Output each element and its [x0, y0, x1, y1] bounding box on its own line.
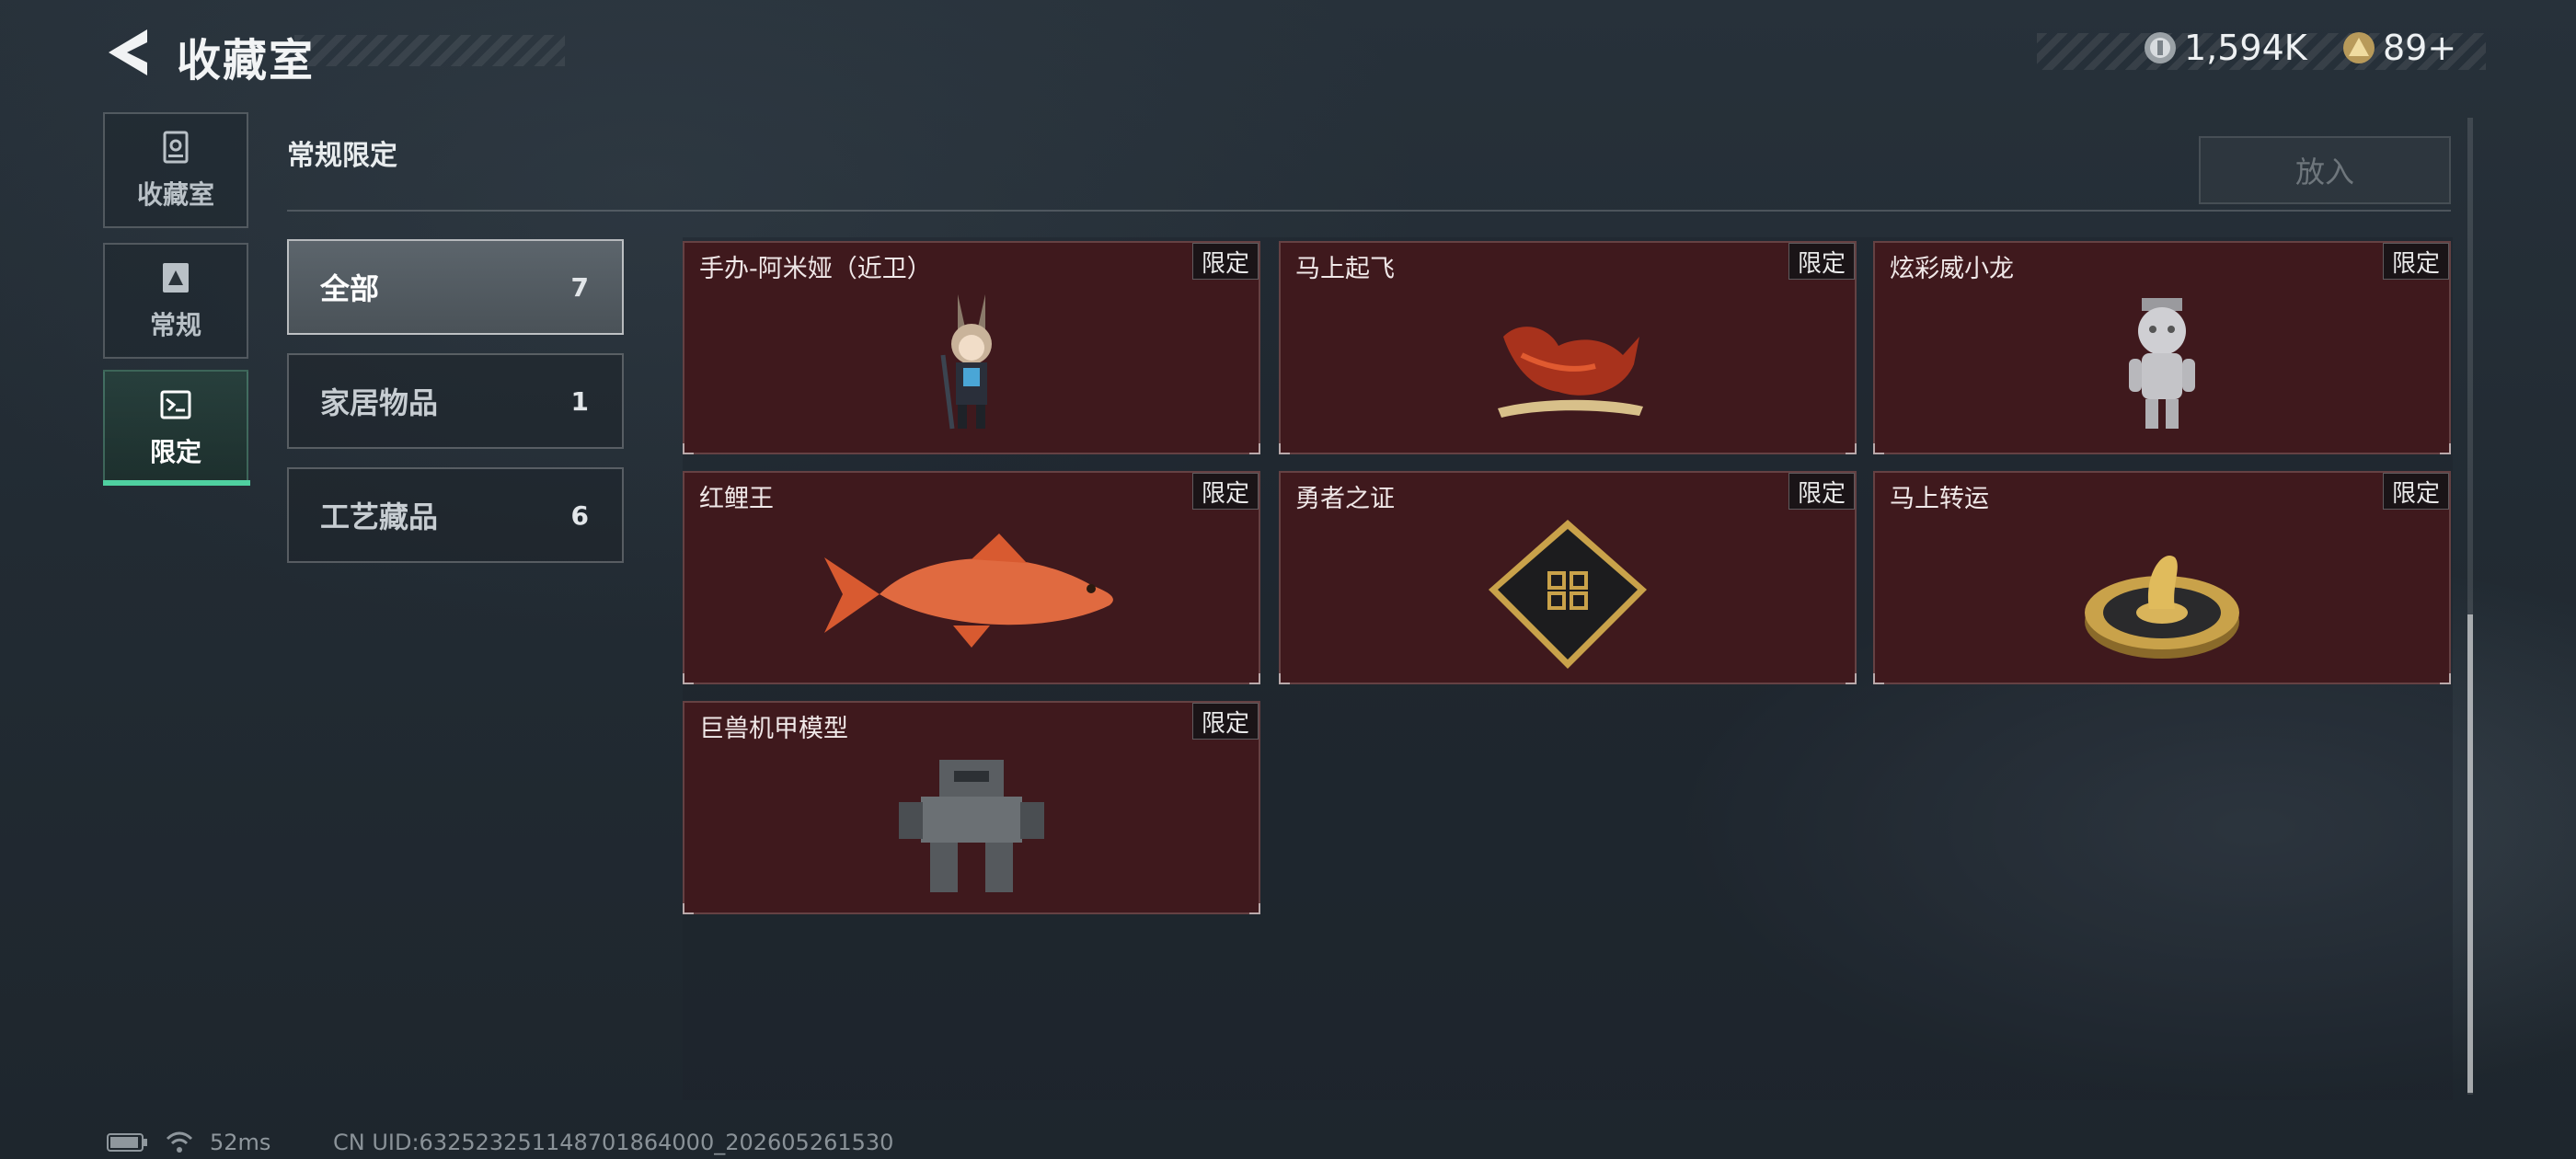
- item-card[interactable]: 手办-阿米娅（近卫） 限定: [683, 241, 1260, 454]
- card-corner-decoration: [2440, 443, 2451, 454]
- uid-text: CN UID:632523251148701864000_20260526153…: [333, 1130, 894, 1155]
- status-bar: 52ms: [107, 1130, 270, 1155]
- wifi-icon: [166, 1131, 193, 1153]
- item-name: 红鲤王: [699, 485, 774, 513]
- item-card[interactable]: 红鲤王 限定: [683, 471, 1260, 684]
- section-divider: [287, 210, 2451, 212]
- collection-room-icon: [163, 131, 189, 164]
- category-all[interactable]: 全部 7: [287, 239, 624, 335]
- category-crafts[interactable]: 工艺藏品 6: [287, 467, 624, 563]
- item-name: 炫彩威小龙: [1890, 255, 2014, 283]
- limited-badge: 限定: [2383, 243, 2449, 280]
- sidebar-item-label: 常规: [149, 310, 201, 340]
- title-decoration: [294, 35, 565, 66]
- card-corner-decoration: [683, 673, 694, 684]
- item-card[interactable]: 勇者之证 限定: [1279, 471, 1857, 684]
- fortune-wheel-icon: [2085, 556, 2239, 660]
- card-corner-decoration: [683, 443, 694, 454]
- hero-card-icon: [1489, 520, 1647, 670]
- scrollbar-thumb[interactable]: [2467, 614, 2473, 1093]
- card-corner-decoration: [1279, 673, 1290, 684]
- sidebar-item-label: 限定: [149, 437, 201, 467]
- figure-amiya-icon: [940, 294, 992, 430]
- back-button[interactable]: [103, 26, 153, 79]
- silver-dragon-figure-icon: [2129, 298, 2195, 430]
- ping-value: 52ms: [210, 1130, 271, 1155]
- section-title: 常规限定: [287, 140, 397, 172]
- battery-icon: [107, 1133, 147, 1152]
- item-name: 马上起飞: [1295, 255, 1395, 283]
- silver-coin-icon: [2145, 32, 2176, 63]
- category-count: 1: [570, 385, 589, 417]
- card-corner-decoration: [683, 903, 694, 914]
- card-corner-decoration: [1249, 443, 1260, 454]
- card-corner-decoration: [2440, 673, 2451, 684]
- item-card[interactable]: 马上起飞 限定: [1279, 241, 1857, 454]
- item-name: 巨兽机甲模型: [699, 715, 848, 743]
- category-count: 7: [570, 271, 589, 303]
- sidebar-item-collection-room[interactable]: 收藏室: [103, 112, 248, 228]
- item-name: 手办-阿米娅（近卫）: [699, 255, 932, 283]
- limited-badge: 限定: [1788, 473, 1855, 510]
- card-corner-decoration: [1873, 673, 1884, 684]
- category-home-items[interactable]: 家居物品 1: [287, 353, 624, 449]
- sidebar-item-regular[interactable]: 常规: [103, 243, 248, 359]
- item-name: 勇者之证: [1295, 485, 1395, 513]
- category-label: 家居物品: [320, 385, 439, 420]
- item-card[interactable]: 巨兽机甲模型 限定: [683, 701, 1260, 914]
- put-in-button[interactable]: 放入: [2199, 136, 2451, 204]
- category-label: 工艺藏品: [320, 499, 439, 534]
- limited-badge: 限定: [1788, 243, 1855, 280]
- limited-badge: 限定: [1192, 243, 1259, 280]
- item-card[interactable]: 炫彩威小龙 限定: [1873, 241, 2451, 454]
- silver-amount: 1,594K: [2184, 28, 2307, 68]
- regular-icon: [163, 263, 189, 293]
- limited-icon: [160, 390, 191, 419]
- gold-amount: 89+: [2383, 28, 2457, 68]
- card-corner-decoration: [1249, 673, 1260, 684]
- red-horse-icon: [1498, 327, 1643, 419]
- category-label: 全部: [320, 271, 380, 306]
- active-tab-indicator: [103, 480, 250, 486]
- red-carp-icon: [824, 534, 1113, 648]
- sidebar-item-limited[interactable]: 限定: [103, 370, 248, 486]
- card-corner-decoration: [1846, 673, 1857, 684]
- card-corner-decoration: [1249, 903, 1260, 914]
- sidebar-item-label: 收藏室: [136, 179, 214, 210]
- silver-currency[interactable]: 1,594K: [2144, 28, 2307, 68]
- limited-badge: 限定: [1192, 473, 1259, 510]
- card-corner-decoration: [1279, 443, 1290, 454]
- card-corner-decoration: [1846, 443, 1857, 454]
- mech-model-icon: [899, 760, 1044, 893]
- gold-currency[interactable]: 89+: [2342, 28, 2456, 68]
- item-name: 马上转运: [1890, 485, 1989, 513]
- card-corner-decoration: [1873, 443, 1884, 454]
- category-count: 6: [570, 499, 589, 531]
- limited-badge: 限定: [1192, 703, 1259, 740]
- page-title: 收藏室: [177, 35, 316, 86]
- item-card[interactable]: 马上转运 限定: [1873, 471, 2451, 684]
- gold-coin-icon: [2343, 32, 2375, 63]
- limited-badge: 限定: [2383, 473, 2449, 510]
